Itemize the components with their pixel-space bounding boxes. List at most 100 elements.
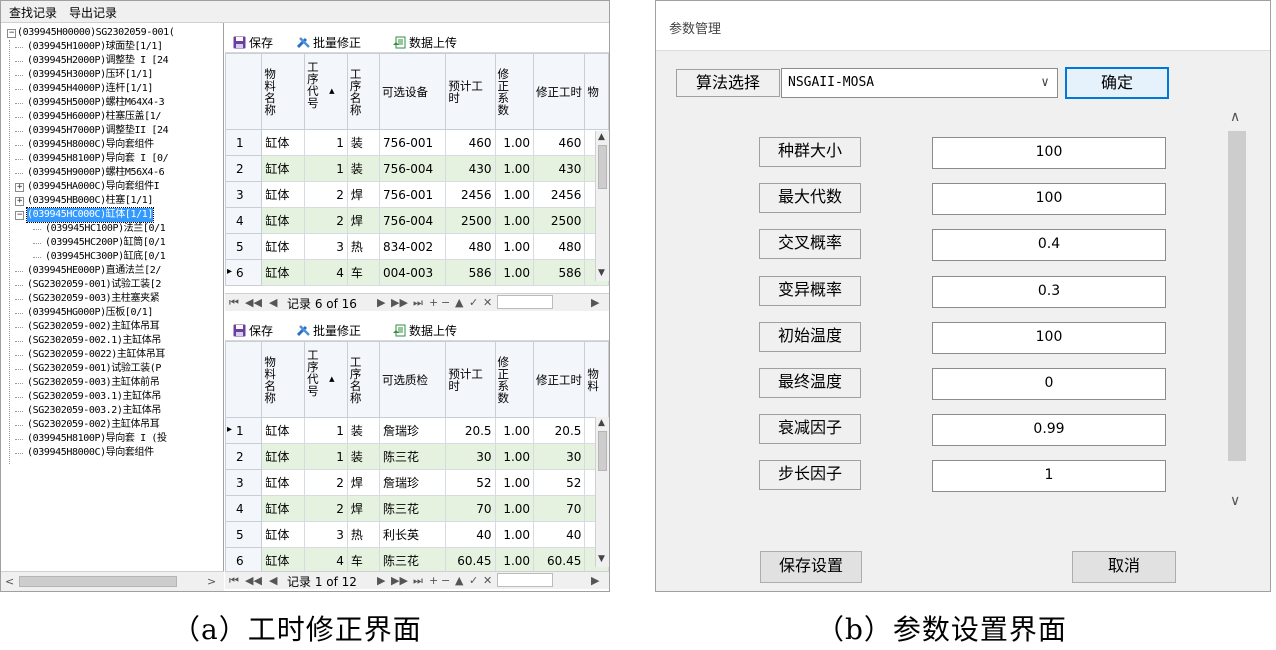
tree-node[interactable]: (SG2302059-003.2)主缸体吊 bbox=[1, 404, 223, 418]
nav-prev-icon[interactable]: ◀ bbox=[269, 574, 277, 587]
tree-node[interactable]: (039945HC100P)法兰[0/1 bbox=[1, 222, 223, 236]
tree-node[interactable]: (039945H8000C)导向套组件 bbox=[1, 138, 223, 152]
nav-scroll-right-icon[interactable]: ▶ bbox=[591, 574, 599, 587]
cell-seq[interactable]: 3 bbox=[304, 233, 348, 260]
cell-material[interactable]: 缸体 bbox=[261, 181, 306, 208]
param-input[interactable]: 0.3 bbox=[932, 275, 1166, 308]
row-number[interactable]: 3 bbox=[224, 469, 263, 496]
cell-material[interactable]: 缸体 bbox=[261, 233, 306, 260]
cell-coef[interactable]: 1.00 bbox=[494, 417, 535, 444]
tree-node[interactable]: (039945H1000P)球面垫[1/1] bbox=[1, 40, 223, 54]
cell-est[interactable]: 460 bbox=[445, 129, 496, 156]
tree-node[interactable]: (039945H5000P)螺柱M64X4-3 bbox=[1, 96, 223, 110]
cell-est[interactable]: 2500 bbox=[445, 207, 496, 234]
nav-last-icon[interactable]: ⏭ bbox=[413, 296, 423, 310]
nav-cancel-icon[interactable]: ✕ bbox=[483, 296, 492, 309]
grid2-vertical-scrollbar[interactable]: ▲ ▼ bbox=[595, 417, 609, 567]
cell-est[interactable]: 586 bbox=[445, 259, 496, 286]
tree-horizontal-scrollbar[interactable]: < > bbox=[1, 571, 224, 591]
cell-op[interactable]: 焊 bbox=[346, 207, 381, 234]
cell-fixed[interactable]: 430 bbox=[533, 155, 586, 182]
tree-node[interactable]: (SG2302059-002)主缸体吊耳 bbox=[1, 418, 223, 432]
bom-tree[interactable]: − (039945H00000)SG2302059-001((039945H100… bbox=[1, 23, 224, 571]
nav-prev-icon[interactable]: ◀ bbox=[269, 296, 277, 309]
tree-node[interactable]: (039945H8100P)导向套 I [0/ bbox=[1, 152, 223, 166]
nav-add-icon[interactable]: + bbox=[429, 574, 438, 587]
cell-est[interactable]: 40 bbox=[445, 521, 496, 548]
cell-op[interactable]: 焊 bbox=[346, 495, 381, 522]
cell-coef[interactable]: 1.00 bbox=[494, 495, 535, 522]
cell-op[interactable]: 焊 bbox=[346, 181, 381, 208]
scroll-left-icon[interactable]: < bbox=[5, 575, 14, 588]
scroll-thumb[interactable] bbox=[598, 145, 607, 189]
cell-fixed[interactable]: 2456 bbox=[533, 181, 586, 208]
param-input[interactable]: 100 bbox=[932, 321, 1166, 354]
cell-seq[interactable]: 2 bbox=[304, 207, 348, 234]
column-header[interactable]: 工序代号 ▲ bbox=[304, 341, 348, 418]
row-number[interactable]: 2 bbox=[224, 443, 263, 470]
scroll-up-icon[interactable]: ▲ bbox=[598, 418, 605, 428]
cell-est[interactable]: 52 bbox=[445, 469, 496, 496]
cell-est[interactable]: 60.45 bbox=[445, 547, 496, 574]
nav-delete-icon[interactable]: − bbox=[441, 574, 450, 587]
cell-option[interactable]: 834-002 bbox=[379, 233, 447, 260]
cell-op[interactable]: 热 bbox=[346, 233, 381, 260]
cell-material[interactable]: 缸体 bbox=[261, 521, 306, 548]
cell-coef[interactable]: 1.00 bbox=[494, 521, 535, 548]
sort-ascending-icon[interactable]: ▲ bbox=[329, 87, 334, 95]
tree-node[interactable]: (039945H3000P)压环[1/1] bbox=[1, 68, 223, 82]
tree-node[interactable]: (SG2302059-003)主柱塞夹紧 bbox=[1, 292, 223, 306]
tree-node[interactable]: (039945HE000P)直通法兰[2/ bbox=[1, 264, 223, 278]
cell-fixed[interactable]: 52 bbox=[533, 469, 586, 496]
collapse-icon[interactable]: − bbox=[7, 29, 16, 38]
cell-coef[interactable]: 1.00 bbox=[494, 547, 535, 574]
cell-op[interactable]: 车 bbox=[346, 547, 381, 574]
nav-first-icon[interactable]: ⏮ bbox=[229, 296, 239, 310]
cell-est[interactable]: 480 bbox=[445, 233, 496, 260]
dialog-vertical-scrollbar[interactable]: ∧ ∨ bbox=[1224, 105, 1248, 517]
cell-material[interactable]: 缸体 bbox=[261, 547, 306, 574]
cell-est[interactable]: 30 bbox=[445, 443, 496, 470]
column-header[interactable]: 物料名称 bbox=[261, 341, 306, 418]
param-input[interactable]: 0.4 bbox=[932, 229, 1166, 262]
save-settings-button[interactable]: 保存设置 bbox=[760, 551, 862, 583]
cancel-button[interactable]: 取消 bbox=[1072, 551, 1176, 583]
tree-node[interactable]: (SG2302059-001)试验工装(P bbox=[1, 362, 223, 376]
cell-material[interactable]: 缸体 bbox=[261, 207, 306, 234]
cell-material[interactable]: 缸体 bbox=[261, 417, 306, 444]
data-upload-button[interactable]: 数据上传 bbox=[393, 322, 457, 339]
row-number[interactable]: 4 bbox=[224, 495, 263, 522]
nav-accept-icon[interactable]: ✓ bbox=[469, 296, 478, 309]
expand-icon[interactable]: + bbox=[15, 197, 24, 206]
cell-fixed[interactable]: 586 bbox=[533, 259, 586, 286]
cell-fixed[interactable]: 2500 bbox=[533, 207, 586, 234]
table-row[interactable]: 2 缸体 1 装 756-004 430 1.00 430 bbox=[224, 155, 609, 182]
tree-node[interactable]: (039945H8000C)导向套组件 bbox=[1, 446, 223, 460]
cell-op[interactable]: 焊 bbox=[346, 469, 381, 496]
scroll-thumb[interactable] bbox=[19, 576, 177, 587]
cell-est[interactable]: 70 bbox=[445, 495, 496, 522]
cell-coef[interactable]: 1.00 bbox=[494, 155, 535, 182]
nav-add-icon[interactable]: + bbox=[429, 296, 438, 309]
cell-material[interactable]: 缸体 bbox=[261, 495, 306, 522]
tree-node[interactable]: (039945H4000P)连杆[1/1] bbox=[1, 82, 223, 96]
column-header[interactable]: 物料名称 bbox=[261, 53, 306, 130]
nav-hscroll[interactable] bbox=[497, 295, 553, 309]
column-header[interactable]: 修正系数 bbox=[494, 53, 535, 130]
param-input[interactable]: 0 bbox=[932, 368, 1166, 400]
save-button[interactable]: 保存 bbox=[233, 34, 273, 51]
cell-option[interactable]: 陈三花 bbox=[379, 547, 447, 574]
column-header[interactable]: 预计工时 bbox=[445, 341, 496, 418]
tree-node[interactable]: + (039945HB000C)柱塞[1/1] bbox=[1, 194, 223, 208]
expand-icon[interactable]: + bbox=[15, 183, 24, 192]
cell-option[interactable]: 利长英 bbox=[379, 521, 447, 548]
row-number[interactable]: 5 bbox=[224, 521, 263, 548]
param-input[interactable]: 100 bbox=[932, 137, 1166, 169]
cell-option[interactable]: 陈三花 bbox=[379, 495, 447, 522]
cell-fixed[interactable]: 20.5 bbox=[533, 417, 586, 444]
cell-seq[interactable]: 2 bbox=[304, 469, 348, 496]
nav-accept-icon[interactable]: ✓ bbox=[469, 574, 478, 587]
scroll-down-icon[interactable]: ▼ bbox=[598, 554, 605, 564]
sort-ascending-icon[interactable]: ▲ bbox=[329, 375, 334, 383]
row-number[interactable]: 1 bbox=[224, 129, 263, 156]
